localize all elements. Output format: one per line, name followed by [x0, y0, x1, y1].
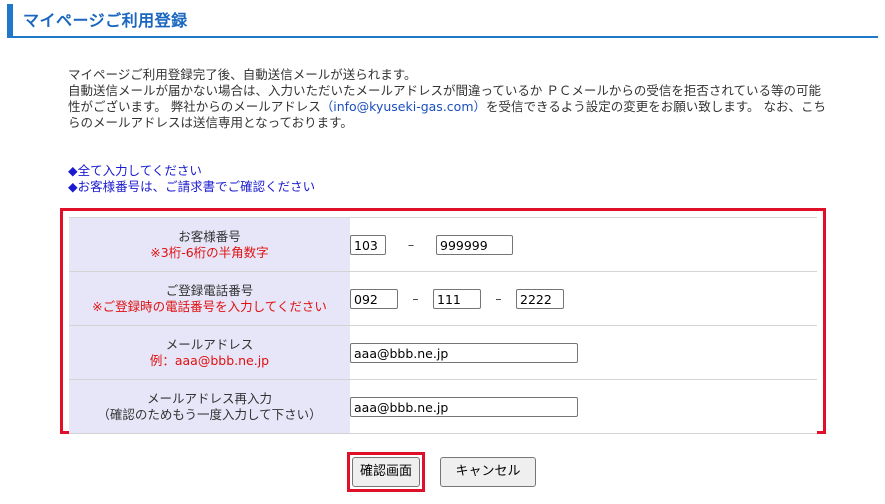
row-phone: ご登録電話番号 ※ご登録時の電話番号を入力してください 092–111–2222	[69, 271, 817, 326]
email-confirm-hint: （確認のためもう一度入力して下さい）	[97, 406, 322, 422]
row-email-confirm: メールアドレス再入力 （確認のためもう一度入力して下さい） aaa@bbb.ne…	[69, 379, 817, 434]
email-confirm-label: メールアドレス再入力	[146, 390, 272, 406]
phone-part2-input[interactable]: 111	[433, 288, 481, 309]
confirm-button[interactable]: 確認画面	[352, 457, 420, 487]
phone-part3-input[interactable]: 2222	[516, 288, 564, 309]
customer-number-part2-input[interactable]: 999999	[436, 234, 513, 255]
email-label: メールアドレス	[165, 336, 254, 352]
phone-separator-2: –	[495, 291, 502, 307]
phone-hint: ※ご登録時の電話番号を入力してください	[92, 298, 327, 314]
email-input[interactable]: aaa@bbb.ne.jp	[350, 342, 578, 363]
email-confirm-label-cell: メールアドレス再入力 （確認のためもう一度入力して下さい）	[69, 379, 350, 434]
phone-field-cell: 092–111–2222	[350, 271, 817, 326]
email-field-cell: aaa@bbb.ne.jp	[350, 325, 817, 380]
phone-separator-1: –	[412, 291, 419, 307]
intro-text: マイページご利用登録完了後、自動送信メールが送られます。 自動送信メールが届かな…	[68, 67, 828, 131]
customer-number-separator: –	[407, 237, 415, 253]
registration-form: お客様番号 ※3桁-6桁の半角数字 103 – 999999 ご登録電話番号 ※ご登…	[69, 217, 817, 434]
row-email: メールアドレス 例：aaa@bbb.ne.jp aaa@bbb.ne.jp	[69, 325, 817, 380]
customer-number-part1-input[interactable]: 103	[350, 234, 386, 255]
note-all-required: ◆全て入力してください	[68, 163, 202, 178]
phone-part1-input[interactable]: 092	[350, 288, 398, 309]
email-confirm-field-cell: aaa@bbb.ne.jp	[350, 379, 817, 434]
customer-number-field-cell: 103 – 999999	[350, 217, 817, 272]
notes: ◆全て入力してください ◆お客様番号は、ご請求書でご確認ください	[68, 163, 315, 195]
customer-number-label-cell: お客様番号 ※3桁-6桁の半角数字	[69, 217, 350, 272]
email-confirm-input[interactable]: aaa@bbb.ne.jp	[350, 396, 578, 417]
customer-number-hint: ※3桁-6桁の半角数字	[150, 244, 269, 260]
registration-form-highlight: お客様番号 ※3桁-6桁の半角数字 103 – 999999 ご登録電話番号 ※ご登…	[60, 208, 826, 434]
phone-label: ご登録電話番号	[165, 282, 254, 298]
intro-line-2: 自動送信メールが届かない場合は、入力いただいたメールアドレスが間違っているか Ｐ…	[68, 83, 828, 131]
intro-line-1: マイページご利用登録完了後、自動送信メールが送られます。	[68, 67, 417, 82]
email-hint: 例：aaa@bbb.ne.jp	[149, 352, 270, 368]
cancel-button[interactable]: キャンセル	[440, 457, 536, 487]
phone-label-cell: ご登録電話番号 ※ご登録時の電話番号を入力してください	[69, 271, 350, 326]
row-customer-number: お客様番号 ※3桁-6桁の半角数字 103 – 999999	[69, 217, 817, 272]
support-email: （info@kyuseki-gas.com）	[320, 99, 486, 114]
page-header: マイページご利用登録	[7, 4, 878, 38]
customer-number-label: お客様番号	[178, 228, 241, 244]
note-customer-number: ◆お客様番号は、ご請求書でご確認ください	[68, 179, 316, 194]
page-title: マイページご利用登録	[23, 11, 188, 30]
email-label-cell: メールアドレス 例：aaa@bbb.ne.jp	[69, 325, 350, 380]
